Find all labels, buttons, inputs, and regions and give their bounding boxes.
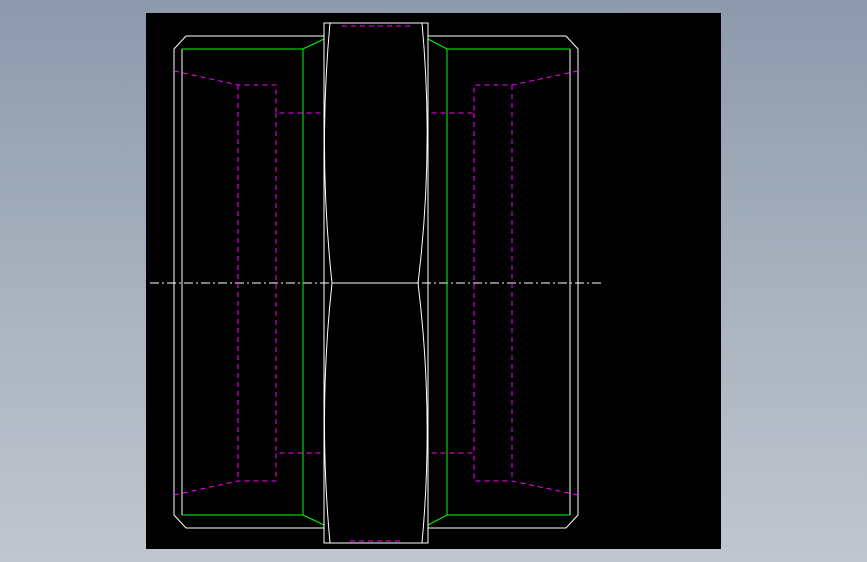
sleeve-left-profile-bottom bbox=[323, 282, 333, 544]
hidden-left-outer-top bbox=[173, 70, 324, 114]
right-hub-chamfer-bottom bbox=[427, 514, 570, 526]
hidden-left-outer-bottom bbox=[173, 452, 324, 496]
left-hub-outline bbox=[173, 35, 324, 529]
hidden-right-outer-bottom bbox=[428, 452, 579, 496]
sleeve-left-profile-top bbox=[323, 22, 333, 284]
hidden-right-outer-top bbox=[428, 70, 579, 114]
gear-coupling-section-drawing bbox=[150, 22, 601, 544]
sleeve-right-profile-bottom bbox=[417, 282, 428, 544]
sleeve-right-profile-top bbox=[417, 22, 428, 284]
right-hub-outline bbox=[428, 35, 579, 529]
left-hub-chamfer bbox=[182, 38, 325, 50]
right-hub-chamfer bbox=[427, 38, 570, 50]
cad-drawing-viewport[interactable] bbox=[146, 13, 721, 549]
left-hub-chamfer-bottom bbox=[182, 514, 325, 526]
